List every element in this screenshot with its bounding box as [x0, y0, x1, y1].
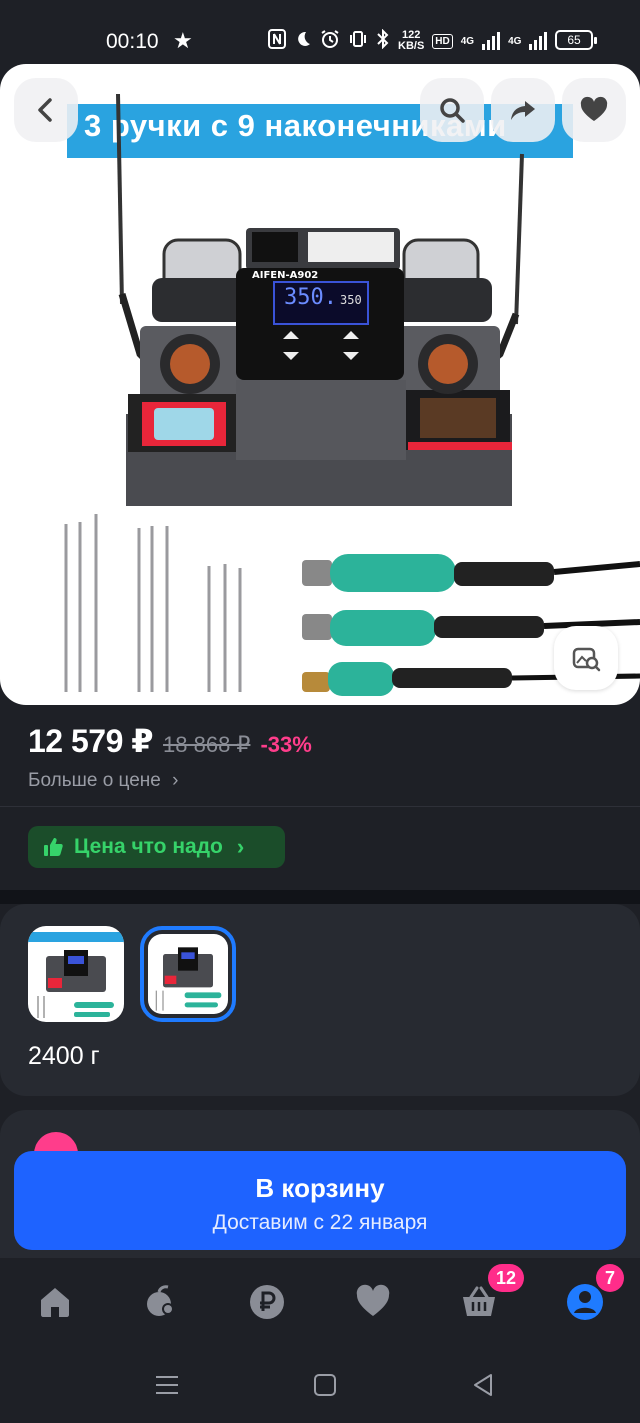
chevron-left-icon — [38, 98, 52, 122]
status-icons: 122 KB/S HD 4G 4G — [268, 28, 548, 54]
menu-icon[interactable] — [154, 1372, 180, 1398]
battery-indicator: 65 — [555, 30, 597, 50]
variant-thumbnail-image — [155, 947, 222, 1011]
signal-icon-1 — [482, 32, 501, 50]
profile-icon — [567, 1284, 603, 1320]
hd-badge: HD — [432, 33, 453, 49]
thumbs-up-icon — [44, 838, 63, 856]
share-button[interactable] — [491, 78, 555, 142]
nav-favorites[interactable] — [349, 1278, 397, 1326]
nav-catalog[interactable] — [137, 1278, 185, 1326]
price-row: 12 579 ₽ 18 868 ₽ -33% — [28, 722, 312, 760]
share-icon — [511, 101, 535, 120]
variant-thumbnail-1[interactable] — [28, 926, 124, 1022]
chevron-right-icon: › — [172, 770, 179, 791]
favorites-icon — [356, 1284, 390, 1316]
good-price-badge[interactable]: Цена что надо › — [28, 826, 285, 868]
back-triangle-icon[interactable] — [470, 1372, 496, 1398]
ruble-icon — [250, 1285, 284, 1319]
catalog-icon — [147, 1285, 174, 1316]
nav-finance[interactable] — [243, 1278, 291, 1326]
product-image[interactable]: 3 ручки с 9 наконечниками 350. 350 AIFEN… — [0, 64, 640, 705]
nav-home[interactable] — [31, 1278, 79, 1326]
favorite-button[interactable] — [562, 78, 626, 142]
bluetooth-icon — [376, 28, 390, 54]
network-speed: 122 KB/S — [398, 30, 424, 52]
network-type-2: 4G — [508, 35, 522, 47]
nfc-icon — [268, 28, 286, 54]
variant-thumbnail-image — [28, 932, 124, 1018]
cart-count-badge: 12 — [488, 1264, 525, 1292]
network-type-1: 4G — [460, 35, 475, 47]
back-button[interactable] — [14, 78, 78, 142]
photo-search-icon — [572, 647, 601, 672]
moon-icon — [294, 30, 312, 53]
bottom-navigation: 12 7 — [0, 1258, 640, 1348]
variant-weight: 2400 г — [28, 1042, 100, 1070]
delivery-date-label: Доставим с 22 января — [212, 1211, 428, 1234]
star-icon: ★ — [173, 28, 193, 53]
old-price: 18 868 ₽ — [163, 732, 251, 757]
search-button[interactable] — [420, 78, 484, 142]
add-to-cart-button[interactable]: В корзину Доставим с 22 января — [14, 1151, 626, 1250]
status-time: 00:10 — [106, 30, 159, 53]
divider — [0, 806, 640, 807]
speed-unit: KB/S — [398, 40, 425, 52]
section-separator — [0, 890, 640, 904]
profile-notification-badge: 7 — [596, 1264, 624, 1292]
good-price-label: Цена что надо — [74, 835, 223, 858]
alarm-icon — [320, 29, 340, 54]
station-display-set: 350 — [340, 293, 362, 307]
soldering-station-illustration: 350. 350 AIFEN-A902 — [64, 93, 640, 696]
more-about-price-link[interactable]: Больше о цене › — [28, 770, 178, 792]
vibrate-icon — [348, 30, 368, 53]
image-search-button[interactable] — [554, 626, 618, 690]
station-display-main: 350. — [284, 285, 337, 310]
home-icon — [41, 1288, 69, 1317]
discount-badge: -33% — [260, 732, 312, 757]
current-price: 12 579 ₽ — [28, 723, 154, 759]
chevron-right-icon: › — [236, 834, 245, 859]
add-to-cart-label: В корзину — [255, 1173, 385, 1203]
home-square-icon[interactable] — [312, 1372, 338, 1398]
heart-icon — [580, 96, 608, 121]
variant-thumbnail-2[interactable] — [140, 926, 236, 1022]
more-about-price-label: Больше о цене — [28, 770, 161, 791]
signal-icon-2 — [529, 32, 548, 50]
station-brand: AIFEN-A902 — [252, 270, 318, 281]
search-icon — [440, 98, 465, 123]
system-navigation-bar — [0, 1348, 640, 1423]
